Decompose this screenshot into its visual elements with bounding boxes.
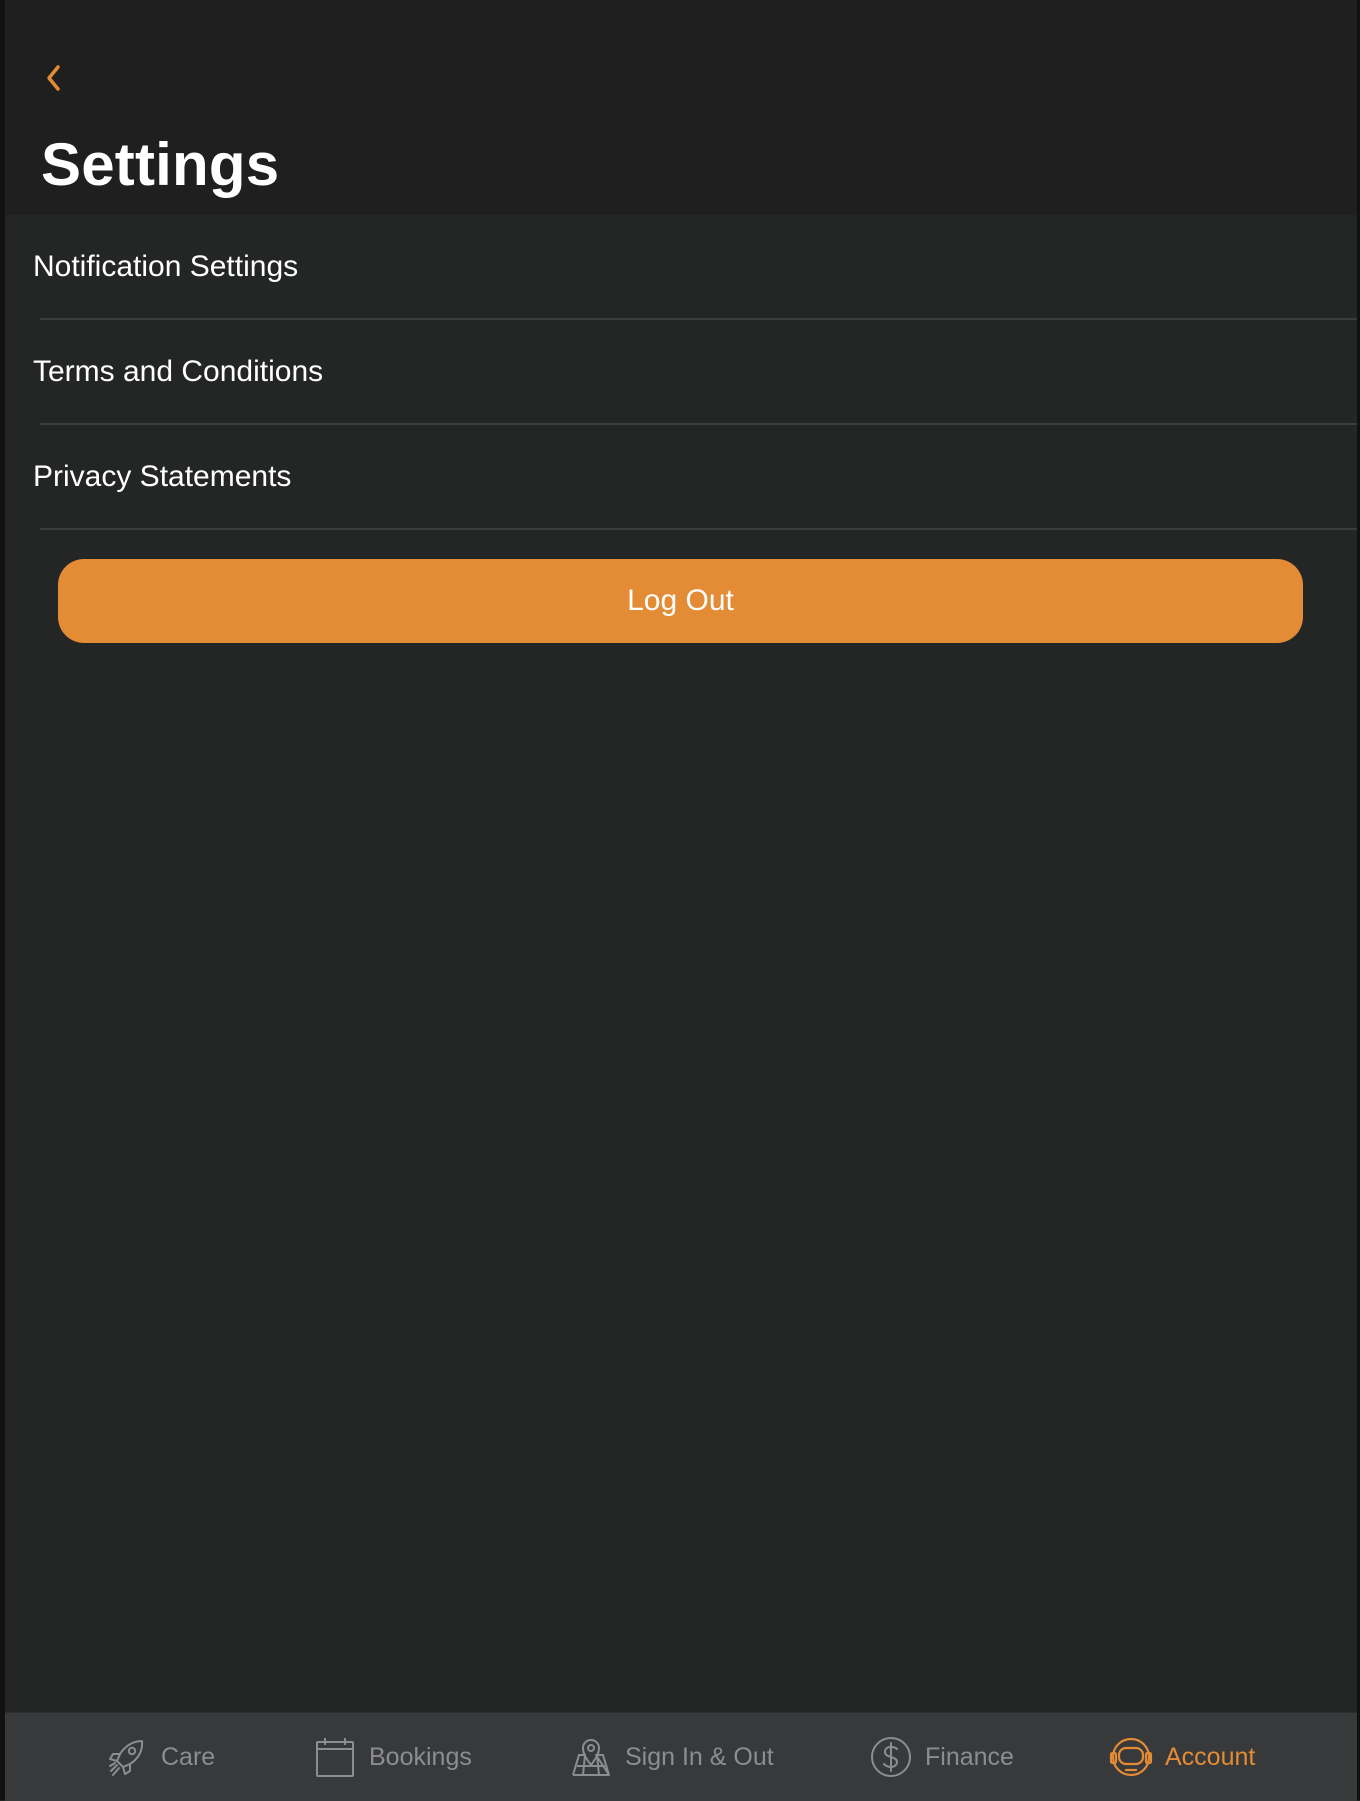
settings-item-label: Notification Settings: [33, 250, 299, 283]
tab-care[interactable]: Care: [105, 1713, 215, 1801]
tab-account[interactable]: Account: [1109, 1713, 1255, 1801]
settings-item-terms-and-conditions[interactable]: Terms and Conditions: [5, 320, 1357, 425]
map-pin-icon: [569, 1735, 613, 1779]
tab-bar: Care Bookings Sign In & Out Finance Acco…: [5, 1712, 1357, 1801]
back-button[interactable]: [35, 56, 75, 100]
settings-item-notification-settings[interactable]: Notification Settings: [5, 215, 1357, 320]
list-divider: [40, 528, 1357, 530]
tab-label: Sign In & Out: [625, 1742, 774, 1771]
tab-sign-in-out[interactable]: Sign In & Out: [569, 1713, 774, 1801]
log-out-button[interactable]: Log Out: [58, 559, 1303, 643]
chevron-left-icon: [35, 56, 75, 100]
tab-label: Finance: [925, 1742, 1014, 1771]
navigation-header: Settings: [5, 0, 1357, 215]
settings-screen: Settings Notification Settings Terms and…: [5, 0, 1357, 1801]
tab-label: Bookings: [369, 1742, 472, 1771]
tab-label: Account: [1165, 1742, 1256, 1771]
tab-bookings[interactable]: Bookings: [313, 1713, 472, 1801]
tab-finance[interactable]: Finance: [869, 1713, 1014, 1801]
settings-item-privacy-statements[interactable]: Privacy Statements: [5, 425, 1357, 530]
calendar-icon: [313, 1735, 357, 1779]
settings-item-label: Terms and Conditions: [33, 355, 324, 388]
dollar-circle-icon: [869, 1735, 913, 1779]
astronaut-helmet-icon: [1109, 1735, 1153, 1779]
tab-label: Care: [161, 1742, 216, 1771]
page-title: Settings: [41, 131, 280, 198]
settings-list: Notification Settings Terms and Conditio…: [5, 215, 1357, 530]
rocket-icon: [105, 1735, 149, 1779]
settings-item-label: Privacy Statements: [33, 460, 292, 493]
